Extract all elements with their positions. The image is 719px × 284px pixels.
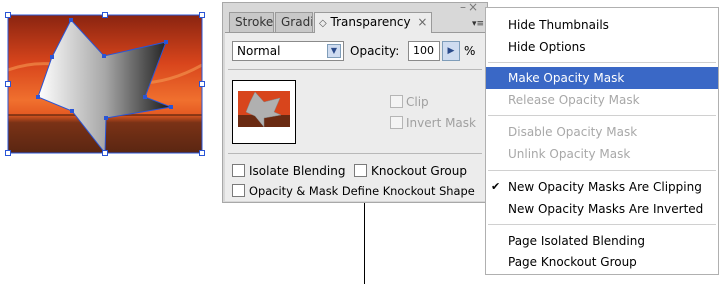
close-icon[interactable]: × bbox=[417, 15, 427, 29]
invert-mask-checkbox[interactable] bbox=[390, 116, 403, 129]
knockout-group-checkbox[interactable] bbox=[354, 164, 367, 177]
menu-item-disable-opacity-mask[interactable]: Disable Opacity Mask bbox=[486, 121, 718, 143]
callout-line bbox=[364, 200, 365, 284]
opacity-unit: % bbox=[464, 44, 476, 58]
opacity-label: Opacity: bbox=[350, 44, 400, 58]
opacity-mask-knockout-label: Opacity & Mask Define Knockout Shape bbox=[249, 184, 475, 198]
menu-separator bbox=[488, 170, 716, 171]
menu-item-make-opacity-mask[interactable]: Make Opacity Mask bbox=[486, 67, 718, 89]
tab-transparency[interactable]: ◇ Transparency × bbox=[314, 12, 432, 33]
artwork-selection[interactable] bbox=[5, 12, 205, 156]
resize-handle bbox=[102, 150, 108, 156]
menu-item-hide-thumbnails[interactable]: Hide Thumbnails bbox=[486, 14, 718, 36]
panel-menu-button[interactable]: ▾≡ bbox=[470, 17, 486, 31]
isolate-blending-label: Isolate Blending bbox=[249, 164, 346, 178]
resize-handle bbox=[199, 150, 205, 156]
bounding-box[interactable] bbox=[3, 10, 207, 158]
opacity-input[interactable]: 100 bbox=[408, 41, 440, 61]
invert-mask-label: Invert Mask bbox=[406, 116, 476, 130]
window-controls[interactable]: –× bbox=[460, 0, 480, 14]
resize-handle bbox=[5, 81, 11, 87]
chevron-right-icon[interactable]: ▶ bbox=[442, 41, 460, 61]
menu-item-page-knockout-group[interactable]: Page Knockout Group bbox=[486, 251, 718, 273]
resize-handle bbox=[199, 81, 205, 87]
tab-stroke[interactable]: Stroke bbox=[229, 12, 274, 32]
menu-separator bbox=[488, 224, 716, 225]
blend-mode-value: Normal bbox=[237, 44, 281, 58]
resize-handle bbox=[102, 12, 108, 18]
resize-handle bbox=[5, 12, 11, 18]
blend-mode-select[interactable]: Normal ▼ bbox=[232, 41, 344, 61]
thumbnail-image bbox=[238, 91, 290, 127]
panel-body: Normal ▼ Opacity: 100 ▶ % Clip Invert Ma… bbox=[225, 32, 485, 201]
collapse-icon[interactable]: ◇ bbox=[319, 18, 327, 29]
isolate-blending-checkbox[interactable] bbox=[232, 164, 245, 177]
checkmark-icon: ✔ bbox=[491, 180, 501, 193]
panel-flyout-menu: Hide Thumbnails Hide Options Make Opacit… bbox=[485, 7, 719, 275]
menu-item-new-masks-clipping[interactable]: ✔ New Opacity Masks Are Clipping bbox=[486, 176, 718, 198]
tab-gradient[interactable]: Gradient bbox=[275, 12, 313, 32]
menu-item-label: New Opacity Masks Are Clipping bbox=[508, 180, 702, 194]
tab-label: Stroke bbox=[235, 15, 274, 29]
opacity-mask-knockout-checkbox[interactable] bbox=[232, 184, 245, 197]
clip-checkbox[interactable] bbox=[390, 95, 403, 108]
clip-label: Clip bbox=[406, 95, 429, 109]
chevron-down-icon[interactable]: ▼ bbox=[327, 44, 341, 58]
knockout-group-label: Knockout Group bbox=[371, 164, 467, 178]
menu-item-new-masks-inverted[interactable]: New Opacity Masks Are Inverted bbox=[486, 198, 718, 220]
menu-item-page-isolated-blending[interactable]: Page Isolated Blending bbox=[486, 230, 718, 252]
divider bbox=[228, 69, 482, 70]
divider bbox=[228, 153, 482, 154]
menu-separator bbox=[488, 115, 716, 116]
tab-label: Transparency bbox=[330, 15, 411, 29]
artwork-thumbnail[interactable] bbox=[232, 80, 296, 144]
menu-item-hide-options[interactable]: Hide Options bbox=[486, 36, 718, 58]
menu-separator bbox=[488, 62, 716, 63]
resize-handle bbox=[199, 12, 205, 18]
menu-item-unlink-opacity-mask[interactable]: Unlink Opacity Mask bbox=[486, 143, 718, 165]
tab-label: Gradient bbox=[281, 15, 312, 29]
transparency-panel: –× Stroke Gradient ◇ Transparency × ▾≡ N… bbox=[222, 0, 488, 203]
resize-handle bbox=[5, 150, 11, 156]
menu-item-release-opacity-mask[interactable]: Release Opacity Mask bbox=[486, 89, 718, 111]
